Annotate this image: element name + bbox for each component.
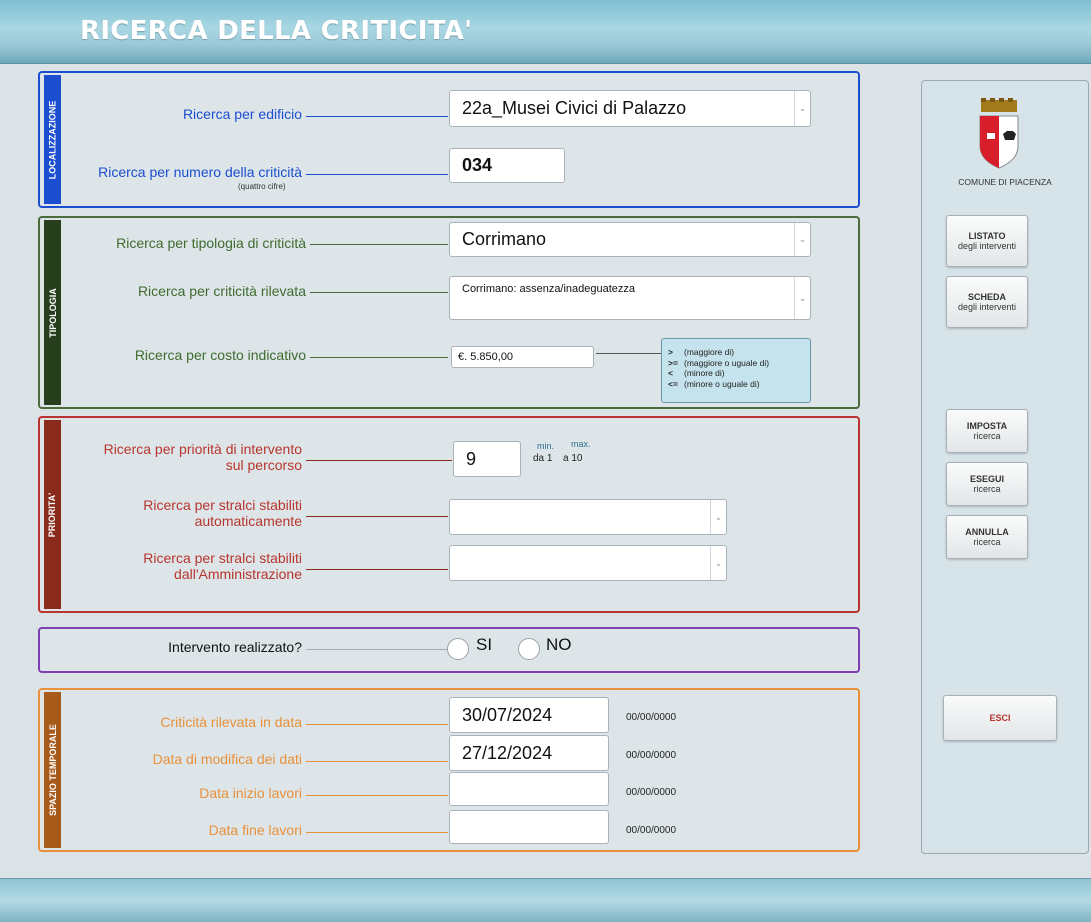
costo-label: Ricerca per costo indicativo [134, 347, 306, 363]
range-to: a 10 [563, 453, 583, 464]
operator-row: <= (minore o uguale di) [668, 378, 760, 389]
chevron-down-icon: ⌄ [710, 546, 726, 580]
date-format-hint: 00/00/0000 [626, 825, 677, 836]
operator-row: < (minore di) [668, 368, 725, 378]
edificio-label: Ricerca per edificio [182, 106, 302, 122]
costo-field[interactable]: €. 5.850,00 [451, 346, 594, 368]
annulla-button[interactable]: ANNULLA ricerca [946, 515, 1028, 559]
rilevata-connector [310, 292, 448, 293]
modifica-data-field[interactable]: 27/12/2024 [449, 735, 609, 771]
intervento-question: Intervento realizzato? [168, 639, 302, 655]
radio-no[interactable] [518, 638, 540, 660]
tab-tipologia: TIPOLOGIA [44, 220, 61, 405]
modifica-data-label: Data di modifica dei dati [152, 751, 302, 767]
inizio-lavori-field[interactable] [449, 772, 609, 806]
tipologia-connector [310, 244, 448, 245]
numero-sublabel: (quattro cifre) [238, 182, 286, 191]
rilevata-select[interactable]: Corrimano: assenza/inadeguatezza ⌄ [449, 276, 811, 320]
numero-label: Ricerca per numero della criticità [98, 164, 302, 180]
fine-lavori-connector [306, 832, 448, 833]
radio-si-label: SI [476, 635, 493, 654]
priorita-field[interactable]: 9 [453, 441, 521, 477]
inizio-lavori-connector [306, 795, 448, 796]
stralci-amm-label: Ricerca per stralci stabiliti dall'Ammin… [143, 550, 302, 582]
listato-button[interactable]: LISTATO degli interventi [946, 215, 1028, 267]
tab-localizzazione: LOCALIZZAZIONE [44, 75, 61, 204]
rilevata-data-field[interactable]: 30/07/2024 [449, 697, 609, 733]
operator-row: >= (maggiore o uguale di) [668, 357, 770, 368]
operators-legend: > (maggiore di) >= (maggiore o uguale di) … [661, 338, 811, 403]
rilevata-data-label: Criticità rilevata in data [160, 714, 302, 730]
priorita-connector [306, 460, 452, 461]
tab-spazio-temporale: SPAZIO TEMPORALE [44, 692, 61, 848]
radio-si[interactable] [447, 638, 469, 660]
date-format-hint: 00/00/0000 [626, 750, 677, 761]
operator-row: > (maggiore di) [668, 347, 735, 357]
date-format-hint: 00/00/0000 [626, 712, 677, 723]
numero-field[interactable]: 034 [449, 148, 565, 183]
priorita-intervento-label: Ricerca per priorità di intervento sul p… [103, 441, 302, 473]
stralci-auto-connector [306, 516, 448, 517]
comune-logo [976, 96, 1022, 170]
fine-lavori-label: Data fine lavori [208, 822, 302, 838]
tipologia-select[interactable]: Corrimano ⌄ [449, 222, 811, 257]
max-label: max. [571, 439, 591, 449]
footer-bar [0, 878, 1091, 922]
stralci-auto-label: Ricerca per stralci stabiliti automatica… [143, 497, 302, 529]
edificio-select[interactable]: 22a_Musei Civici di Palazzo ⌄ [449, 90, 811, 127]
numero-connector [306, 174, 448, 175]
scheda-button[interactable]: SCHEDA degli interventi [946, 276, 1028, 328]
tab-priorita: PRIORITA' [44, 420, 61, 609]
rilevata-label: Ricerca per criticità rilevata [137, 283, 306, 299]
intervento-connector [306, 649, 450, 650]
stralci-amm-connector [306, 569, 448, 570]
imposta-button[interactable]: IMPOSTA ricerca [946, 409, 1028, 453]
page-title: RICERCA DELLA CRITICITA' [80, 16, 473, 46]
edificio-connector [306, 116, 448, 117]
modifica-data-connector [306, 761, 448, 762]
stralci-amm-select[interactable]: ⌄ [449, 545, 727, 581]
range-from: da 1 [533, 453, 553, 464]
date-format-hint: 00/00/0000 [626, 787, 677, 798]
rilevata-data-connector [306, 724, 448, 725]
chevron-down-icon: ⌄ [794, 223, 810, 256]
header-bar: RICERCA DELLA CRITICITA' [0, 0, 1091, 64]
comune-name: COMUNE DI PIACENZA [958, 177, 1052, 187]
stralci-auto-select[interactable]: ⌄ [449, 499, 727, 535]
costo-connector [310, 357, 448, 358]
tipologia-label: Ricerca per tipologia di criticità [116, 235, 306, 251]
esegui-button[interactable]: ESEGUI ricerca [946, 462, 1028, 506]
chevron-down-icon: ⌄ [794, 91, 810, 126]
inizio-lavori-label: Data inizio lavori [199, 785, 302, 801]
chevron-down-icon: ⌄ [710, 500, 726, 534]
esci-button[interactable]: ESCI [943, 695, 1057, 741]
min-label: min. [537, 441, 555, 451]
radio-no-label: NO [546, 635, 572, 654]
fine-lavori-field[interactable] [449, 810, 609, 844]
chevron-down-icon: ⌄ [794, 277, 810, 319]
operators-connector [596, 353, 661, 354]
